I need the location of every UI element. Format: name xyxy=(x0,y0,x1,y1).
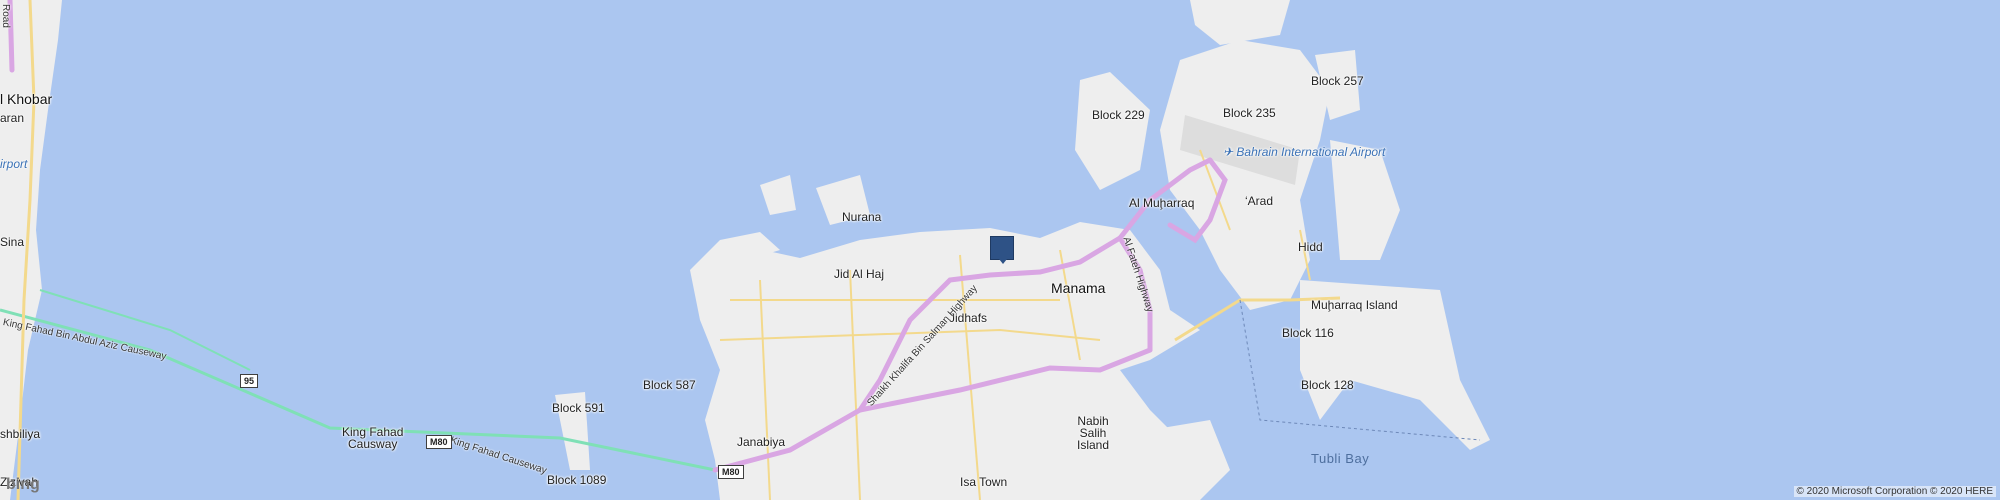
place-label: Al Muḩarraq xyxy=(1129,196,1195,210)
airport-label: irport xyxy=(0,157,28,171)
route-shield: M80 xyxy=(426,435,452,449)
place-label: Hidd xyxy=(1298,240,1323,254)
place-label: Isa Town xyxy=(960,475,1008,489)
place-label: Janabiya xyxy=(737,435,786,449)
place-label: Block 116 xyxy=(1282,326,1334,340)
place-label: Nabih Salih Island xyxy=(1077,414,1110,452)
land-block-229 xyxy=(1075,72,1150,190)
water-label: Tubli Bay xyxy=(1311,451,1370,466)
place-label: Sina xyxy=(0,235,25,249)
place-label: Block 128 xyxy=(1301,378,1354,392)
location-pin-marker[interactable] xyxy=(990,236,1014,264)
place-label: aran xyxy=(0,111,25,125)
place-label: ‘Arad xyxy=(1245,194,1274,208)
map-canvas[interactable]: l Khobar aran irport Sina shbiliya Ziziv… xyxy=(0,0,2000,500)
place-label: Nurana xyxy=(842,210,882,224)
place-label: l Khobar xyxy=(0,91,53,107)
place-label: King Fahad Causway xyxy=(342,425,404,451)
place-label: Block 591 xyxy=(552,401,605,415)
land-saudi-coast xyxy=(0,0,62,500)
place-label: Manama xyxy=(1051,280,1106,296)
place-label: Block 1089 xyxy=(547,473,607,487)
road-label: Road xyxy=(0,4,11,28)
place-label: Block 235 xyxy=(1223,106,1276,120)
place-label: shbiliya xyxy=(0,427,41,441)
land-sitra xyxy=(1150,420,1230,500)
land-islet-1 xyxy=(760,175,796,215)
place-label: Block 229 xyxy=(1092,108,1145,122)
bing-logo-text: bing xyxy=(6,476,40,493)
airport-label: ✈ Bahrain International Airport xyxy=(1223,146,1385,158)
airport-name: Bahrain International Airport xyxy=(1236,145,1386,159)
route-shield: M80 xyxy=(718,465,744,479)
bing-logo[interactable]: bing xyxy=(6,476,40,494)
place-label: Jid Al Haj xyxy=(834,267,885,281)
place-label: Muḩarraq Island xyxy=(1311,298,1398,312)
airplane-icon: ✈ xyxy=(1223,145,1234,159)
place-label: Block 587 xyxy=(643,378,696,392)
land-north-islands xyxy=(1190,0,1290,45)
map-attribution: © 2020 Microsoft Corporation © 2020 HERE xyxy=(1793,486,1996,497)
place-label: Block 257 xyxy=(1311,74,1364,88)
route-shield: 95 xyxy=(240,374,259,388)
